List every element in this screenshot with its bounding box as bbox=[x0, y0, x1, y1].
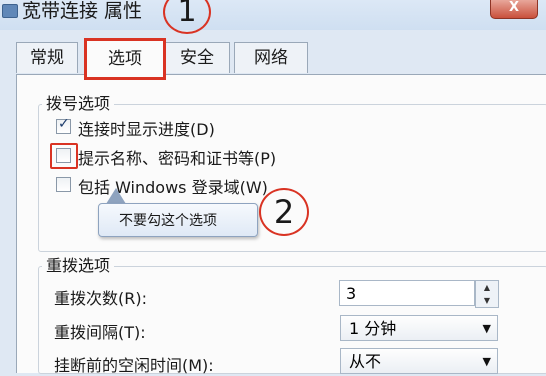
idle-time-value: 从不 bbox=[349, 352, 382, 371]
tab-options[interactable]: 选项 bbox=[84, 38, 166, 80]
title-bar: 宽带连接 属性 X bbox=[0, 0, 546, 30]
tab-bar: 常规 选项 安全 网络 bbox=[0, 38, 546, 80]
dial-options-legend: 拨号选项 bbox=[42, 90, 115, 114]
tab-network[interactable]: 网络 bbox=[234, 42, 308, 73]
redial-attempts-stepper[interactable]: ▲ ▼ bbox=[475, 280, 499, 308]
redial-attempts-input[interactable]: 3 bbox=[339, 280, 475, 306]
redial-interval-label: 重拨间隔(T): bbox=[54, 323, 146, 342]
show-progress-checkbox[interactable] bbox=[56, 116, 71, 134]
idle-time-label: 挂断前的空闲时间(M): bbox=[54, 356, 214, 375]
include-domain-checkbox[interactable] bbox=[56, 177, 71, 192]
callout-tooltip: 不要勾这个选项 bbox=[98, 203, 258, 237]
spin-down-icon[interactable]: ▼ bbox=[476, 294, 498, 307]
close-button[interactable]: X bbox=[490, 0, 538, 19]
tab-general[interactable]: 常规 bbox=[16, 42, 78, 73]
annotation-step-2: 2 bbox=[259, 188, 309, 236]
show-progress-label: 连接时显示进度(D) bbox=[78, 120, 215, 139]
chevron-down-icon: ▼ bbox=[482, 355, 491, 368]
redial-attempts-label: 重拨次数(R): bbox=[54, 289, 147, 308]
window-title: 宽带连接 属性 bbox=[22, 0, 143, 22]
redial-interval-value: 1 分钟 bbox=[349, 319, 397, 338]
redial-interval-select[interactable]: 1 分钟 ▼ bbox=[340, 315, 498, 341]
tab-security[interactable]: 安全 bbox=[164, 42, 230, 73]
chevron-down-icon: ▼ bbox=[482, 322, 491, 335]
spin-up-icon[interactable]: ▲ bbox=[476, 281, 498, 294]
prompt-credentials-checkbox[interactable] bbox=[56, 148, 71, 163]
redial-options-legend: 重拨选项 bbox=[42, 252, 115, 276]
network-connection-icon bbox=[2, 4, 18, 18]
tooltip-pointer bbox=[106, 188, 126, 204]
idle-time-select[interactable]: 从不 ▼ bbox=[340, 348, 498, 374]
prompt-credentials-label: 提示名称、密码和证书等(P) bbox=[78, 149, 277, 168]
